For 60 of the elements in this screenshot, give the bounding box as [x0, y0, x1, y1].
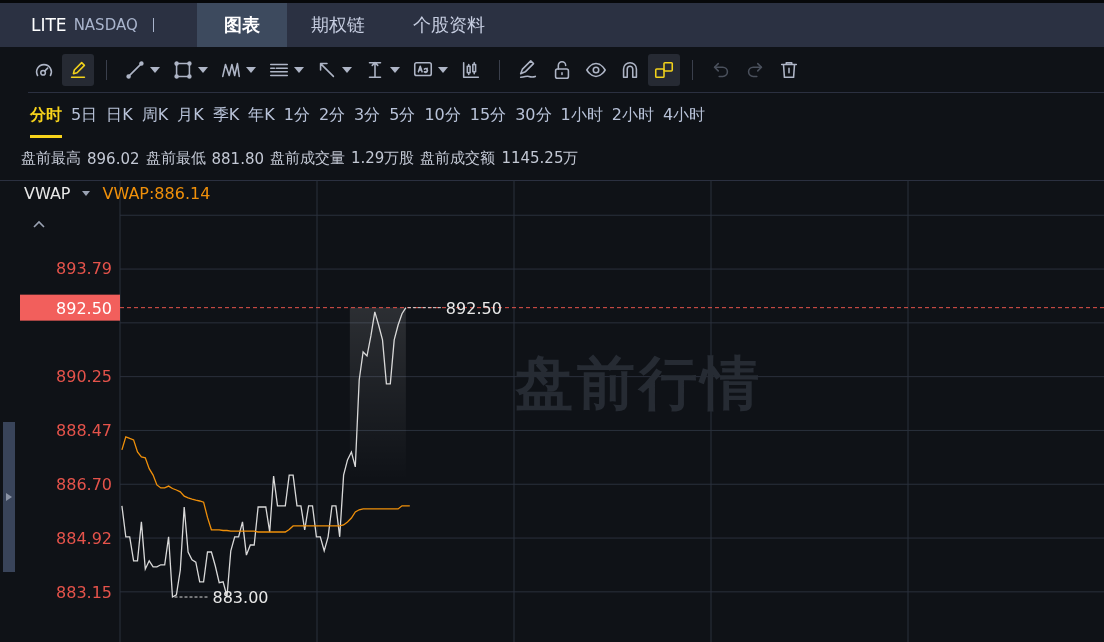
stat-value: 1145.25万 — [501, 149, 579, 168]
caret-icon — [150, 66, 160, 73]
stat-value: 1.29万股 — [351, 149, 415, 168]
tab[interactable]: 个股资料 — [389, 3, 509, 47]
caret-icon[interactable] — [82, 191, 91, 196]
period-tab[interactable]: 年K — [248, 97, 275, 138]
period-tab[interactable]: 2分 — [318, 97, 346, 138]
caret-icon — [342, 66, 352, 73]
axis-tick-label: 886.70 — [56, 474, 112, 494]
indicator-value: VWAP:886.14 — [102, 184, 211, 203]
period-tab[interactable]: 5日 — [71, 97, 98, 138]
exchange-label: NASDAQ — [73, 16, 138, 34]
indicator-name[interactable]: VWAP — [24, 184, 71, 203]
price-annotation: 883.00 — [174, 588, 269, 607]
period-tab[interactable]: 30分 — [515, 97, 552, 138]
period-tab[interactable]: 日K — [106, 97, 133, 138]
side-panel-handle[interactable] — [3, 422, 15, 572]
annotation: 883.00 — [212, 588, 269, 608]
stat-label: 盘前成交量 — [270, 149, 345, 168]
tab[interactable]: 图表 — [197, 3, 287, 47]
period-tab[interactable]: 季K — [212, 97, 240, 138]
axis-tick-label: 884.92 — [56, 529, 112, 549]
price-tag: 892.50 — [20, 294, 120, 321]
axis-tick-label: 893.79 — [56, 259, 112, 279]
toolbar-button[interactable] — [62, 53, 94, 86]
caret-icon — [294, 66, 304, 73]
toolbar-button[interactable] — [648, 53, 680, 86]
line-tool-icon — [124, 58, 146, 81]
period-tab[interactable]: 10分 — [424, 97, 461, 138]
period-tab[interactable]: 3分 — [354, 97, 381, 138]
rectangle-tool-icon — [172, 58, 194, 81]
caret-icon — [246, 66, 256, 73]
period-tab[interactable]: 1小时 — [560, 97, 603, 138]
period-tab[interactable]: 4小时 — [662, 97, 706, 138]
axis-tick-label: 890.25 — [56, 367, 112, 387]
ticker-symbol: LITE — [31, 15, 67, 35]
period-tab[interactable]: 2小时 — [611, 97, 654, 138]
period-tab[interactable]: 月K — [177, 97, 204, 138]
chevron-up-icon[interactable] — [33, 220, 45, 228]
caret-icon — [390, 66, 400, 73]
play-icon — [6, 493, 12, 501]
stat-label: 盘前成交额 — [420, 149, 496, 168]
stat-label: 盘前最高 — [21, 149, 81, 168]
axis-tick-label: 888.47 — [56, 421, 112, 441]
period-tab[interactable]: 分时 — [30, 97, 62, 138]
price-annotation: 892.50 — [407, 298, 502, 318]
tab[interactable]: 期权链 — [287, 3, 389, 47]
stat-label: 盘前最低 — [145, 149, 206, 168]
pen-icon — [517, 58, 539, 81]
axis-tick-label: 883.15 — [56, 582, 112, 602]
period-tab[interactable]: 周K — [141, 97, 169, 138]
annotation: 892.50 — [445, 298, 502, 318]
period-tab[interactable]: 1分 — [283, 97, 310, 138]
caret-icon — [198, 66, 208, 73]
period-tab[interactable]: 15分 — [469, 97, 507, 138]
stat-value: 896.02 — [87, 149, 140, 168]
caret-icon — [438, 66, 448, 73]
stat-value: 881.80 — [211, 149, 264, 168]
ref-line-label: 892.50 — [56, 298, 112, 318]
period-tab[interactable]: 5分 — [389, 97, 416, 138]
